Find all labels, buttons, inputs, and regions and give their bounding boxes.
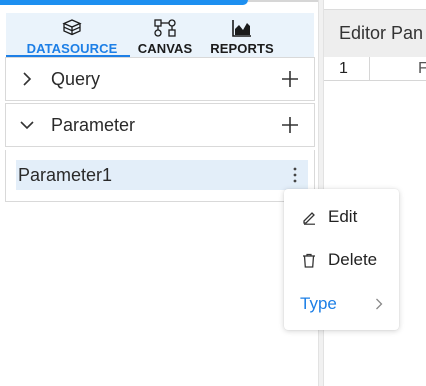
- list-item-parameter[interactable]: Parameter1: [16, 160, 308, 190]
- editor-header: Editor Pan: [324, 9, 426, 57]
- canvas-flow-icon: [152, 17, 178, 39]
- parameter-name: Parameter1: [18, 164, 113, 185]
- menu-item-type[interactable]: Type: [284, 284, 399, 324]
- row-cell[interactable]: F: [370, 57, 426, 80]
- tab-canvas[interactable]: CANVAS: [130, 13, 200, 61]
- section-parameter[interactable]: Parameter: [5, 103, 315, 147]
- menu-item-type-label: Type: [300, 294, 337, 313]
- tab-bar: DATASOURCE CANVAS REPORTS: [6, 13, 314, 61]
- left-panel: DATASOURCE CANVAS REPORTS Query Paramete…: [0, 7, 318, 386]
- bar-chart-icon: [231, 17, 253, 39]
- section-query[interactable]: Query: [5, 57, 315, 101]
- tab-reports-label: REPORTS: [210, 41, 274, 56]
- database-icon: [61, 17, 83, 39]
- top-bar-edge: [248, 0, 318, 2]
- trash-icon: [301, 252, 317, 268]
- tab-reports[interactable]: REPORTS: [200, 13, 284, 61]
- tab-canvas-label: CANVAS: [137, 41, 193, 56]
- chevron-right-icon: [373, 297, 385, 311]
- add-parameter-button[interactable]: [278, 113, 302, 137]
- menu-item-delete[interactable]: Delete: [284, 240, 399, 280]
- chevron-down-icon[interactable]: [20, 118, 34, 132]
- pencil-icon: [301, 209, 317, 225]
- editor-grid-row[interactable]: 1 F: [324, 57, 426, 81]
- tab-datasource[interactable]: DATASOURCE: [6, 13, 130, 61]
- editor-title: Editor Pan: [339, 23, 424, 43]
- more-options-icon[interactable]: [286, 162, 304, 188]
- parameter-list: Parameter1: [5, 150, 315, 202]
- section-query-label: Query: [51, 68, 101, 89]
- add-query-button[interactable]: [278, 67, 302, 91]
- menu-item-edit-label: Edit: [328, 207, 358, 226]
- top-accent-bar: [0, 0, 248, 5]
- row-number: 1: [324, 57, 370, 80]
- menu-item-edit[interactable]: Edit: [284, 197, 399, 237]
- tab-datasource-label: DATASOURCE: [26, 41, 118, 56]
- app-root: DATASOURCE CANVAS REPORTS Query Paramete…: [0, 0, 426, 386]
- context-menu: Edit Delete Type: [284, 189, 399, 330]
- section-parameter-label: Parameter: [51, 114, 136, 135]
- chevron-right-icon[interactable]: [20, 72, 34, 86]
- menu-item-delete-label: Delete: [328, 250, 378, 269]
